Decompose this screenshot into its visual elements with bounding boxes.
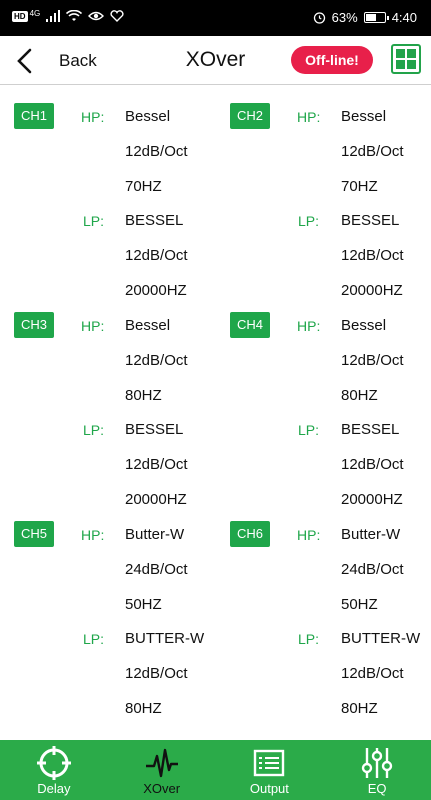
ch6-hp-freq[interactable]: 50HZ (341, 596, 378, 613)
list-icon (254, 749, 285, 777)
ch2-hp-freq[interactable]: 70HZ (341, 178, 378, 195)
bottom-nav: Delay XOver Output EQ (0, 740, 431, 800)
ch4-lp-type[interactable]: BESSEL (341, 421, 399, 438)
nav-xover[interactable]: XOver (108, 740, 216, 800)
ch1-lp-type[interactable]: BESSEL (125, 212, 183, 229)
ch6-lp-slope[interactable]: 12dB/Oct (341, 665, 404, 682)
ch4-lp-slope[interactable]: 12dB/Oct (341, 456, 404, 473)
battery-fill (365, 14, 377, 21)
ch6-badge[interactable]: CH6 (230, 521, 270, 547)
nav-eq[interactable]: EQ (323, 740, 431, 800)
ch1-lp-label: LP: (83, 213, 105, 230)
ch4-hp-freq[interactable]: 80HZ (341, 387, 378, 404)
battery-icon (363, 12, 389, 23)
ch5-lp-slope[interactable]: 12dB/Oct (125, 665, 188, 682)
ch2-lp-type[interactable]: BESSEL (341, 212, 399, 229)
ch3-lp-type[interactable]: BESSEL (125, 421, 183, 438)
ch5-lp-freq[interactable]: 80HZ (125, 700, 162, 717)
waveform-icon (145, 748, 178, 778)
grid-cell (396, 49, 405, 58)
ch5-hp-slope[interactable]: 24dB/Oct (125, 561, 188, 578)
grid-menu-icon[interactable] (391, 44, 421, 74)
clock: 4:40 (391, 10, 417, 25)
nav-label-delay: Delay (37, 781, 71, 796)
nav-label-xover: XOver (143, 781, 181, 796)
ch3-hp-label: HP: (81, 318, 105, 334)
ch3-hp-type[interactable]: Bessel (125, 317, 170, 334)
heart-icon (110, 10, 124, 22)
ch2-lp-label: LP: (298, 213, 320, 230)
ch1-lp-freq[interactable]: 20000HZ (125, 282, 187, 299)
ch5-hp-type[interactable]: Butter-W (125, 526, 184, 543)
status-bar: HD 4G 63% 4:40 (0, 0, 431, 36)
ch1-lp-slope[interactable]: 12dB/Oct (125, 247, 188, 264)
header-bar: Back XOver Off-line! (0, 36, 431, 85)
signal-icon (46, 10, 61, 22)
ch5-lp-label: LP: (83, 631, 105, 648)
eye-icon (88, 11, 105, 21)
ch6-lp-type[interactable]: BUTTER-W (341, 630, 420, 647)
ch5-hp-label: HP: (81, 527, 105, 543)
ch6-hp-type[interactable]: Butter-W (341, 526, 400, 543)
ch3-hp-slope[interactable]: 12dB/Oct (125, 352, 188, 369)
battery-percent: 63% (331, 10, 358, 25)
alarm-icon (313, 12, 325, 24)
ch1-hp-freq[interactable]: 70HZ (125, 178, 162, 195)
ch2-hp-slope[interactable]: 12dB/Oct (341, 143, 404, 160)
ch2-hp-label: HP: (297, 109, 321, 125)
ch4-hp-type[interactable]: Bessel (341, 317, 386, 334)
ch5-lp-type[interactable]: BUTTER-W (125, 630, 204, 647)
ch1-badge[interactable]: CH1 (14, 103, 54, 129)
ch3-lp-slope[interactable]: 12dB/Oct (125, 456, 188, 473)
ch1-hp-slope[interactable]: 12dB/Oct (125, 143, 188, 160)
wifi-icon (66, 10, 83, 21)
ch4-badge[interactable]: CH4 (230, 312, 270, 338)
ch1-hp-type[interactable]: Bessel (125, 108, 170, 125)
ch2-lp-freq[interactable]: 20000HZ (341, 282, 403, 299)
nav-label-output: Output (249, 781, 289, 796)
ch6-lp-freq[interactable]: 80HZ (341, 700, 378, 717)
offline-button[interactable]: Off-line! (291, 46, 373, 74)
nav-label-eq: EQ (367, 781, 387, 796)
ch3-badge[interactable]: CH3 (14, 312, 54, 338)
hd-badge: HD (12, 10, 28, 22)
ch3-lp-freq[interactable]: 20000HZ (125, 491, 187, 508)
ch4-hp-label: HP: (297, 318, 321, 334)
target-icon (36, 746, 71, 780)
ch1-hp-label: HP: (81, 109, 105, 125)
ch5-badge[interactable]: CH5 (14, 521, 54, 547)
nav-delay[interactable]: Delay (0, 740, 108, 800)
signal-label: 4G (29, 8, 41, 18)
ch4-hp-slope[interactable]: 12dB/Oct (341, 352, 404, 369)
ch4-lp-freq[interactable]: 20000HZ (341, 491, 403, 508)
ch2-hp-type[interactable]: Bessel (341, 108, 386, 125)
ch6-hp-slope[interactable]: 24dB/Oct (341, 561, 404, 578)
ch6-lp-label: LP: (298, 631, 320, 648)
sliders-icon (361, 748, 393, 778)
grid-cell (396, 60, 405, 69)
status-left: HD 4G (12, 8, 124, 22)
ch3-lp-label: LP: (83, 422, 105, 439)
ch4-lp-label: LP: (298, 422, 320, 439)
ch5-hp-freq[interactable]: 50HZ (125, 596, 162, 613)
status-right: 63% 4:40 (313, 10, 417, 25)
ch2-lp-slope[interactable]: 12dB/Oct (341, 247, 404, 264)
ch6-hp-label: HP: (297, 527, 321, 543)
nav-output[interactable]: Output (216, 740, 324, 800)
ch3-hp-freq[interactable]: 80HZ (125, 387, 162, 404)
grid-cell (407, 49, 416, 58)
grid-cell (407, 60, 416, 69)
ch2-badge[interactable]: CH2 (230, 103, 270, 129)
